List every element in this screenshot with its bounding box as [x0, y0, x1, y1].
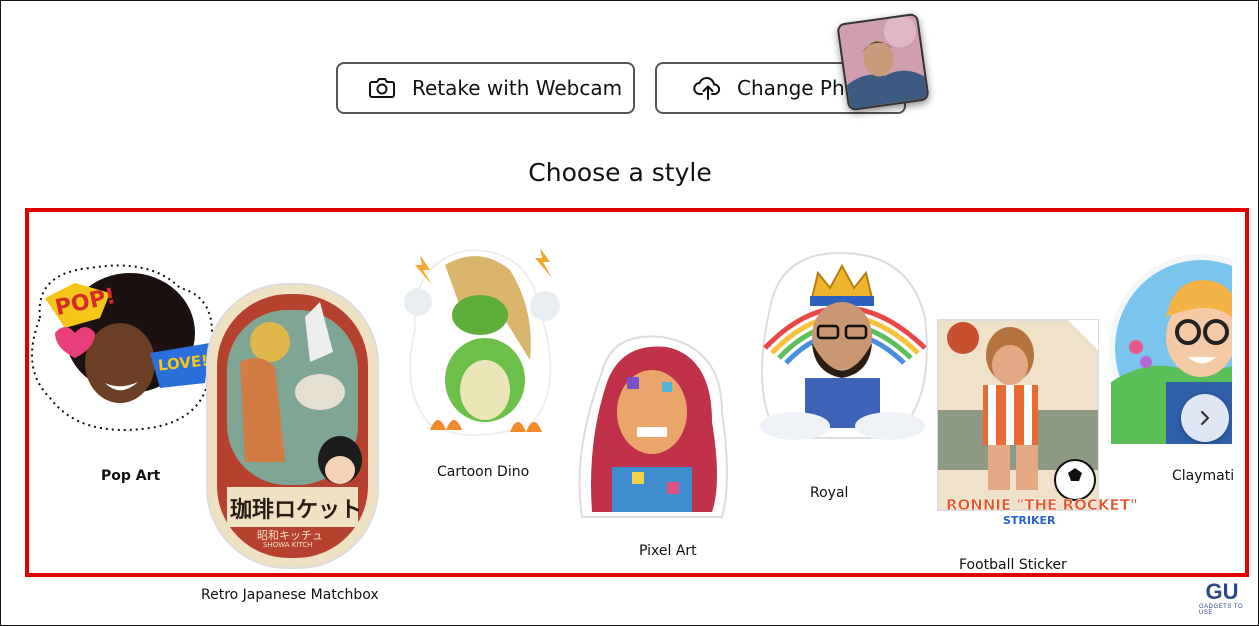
watermark-logo: GU GADGETS TO USE	[1199, 580, 1245, 620]
style-label-cartoon-dino: Cartoon Dino	[437, 464, 530, 480]
style-label-pop-art: Pop Art	[101, 468, 161, 484]
retake-webcam-label: Retake with Webcam	[412, 76, 623, 100]
watermark-mark: GU	[1205, 579, 1239, 604]
style-card-pixel-art[interactable]	[572, 332, 737, 527]
style-card-pop-art[interactable]: POP! LOVE!	[20, 258, 215, 438]
page-title: Choose a style	[528, 158, 712, 187]
camera-icon	[369, 78, 395, 98]
style-label-royal: Royal	[810, 485, 849, 501]
retake-webcam-button[interactable]: Retake with Webcam	[336, 62, 635, 114]
style-label-claymation: Claymati	[1172, 468, 1235, 484]
style-label-football-sticker: Football Sticker	[959, 557, 1067, 573]
matchbox-sign-text: 珈琲ロケット	[230, 498, 363, 523]
chevron-right-icon	[1200, 410, 1210, 426]
style-card-football-sticker[interactable]: RONNIE "THE ROCKET" STRIKER	[928, 310, 1138, 530]
user-photo-thumbnail[interactable]	[836, 12, 930, 112]
carousel-next-button[interactable]	[1181, 394, 1229, 442]
style-card-retro-japanese-matchbox[interactable]: 珈琲ロケット 昭和キッチュ SHOWA KITCH	[205, 282, 380, 570]
upload-cloud-icon	[693, 77, 721, 100]
football-sticker-name-banner: RONNIE "THE ROCKET"	[946, 496, 1138, 515]
style-label-pixel-art: Pixel Art	[639, 543, 697, 559]
style-card-cartoon-dino[interactable]	[390, 240, 570, 445]
watermark-text: GADGETS TO USE	[1199, 604, 1244, 616]
matchbox-subtitle-latin: SHOWA KITCH	[263, 541, 313, 549]
football-sticker-role: STRIKER	[1003, 514, 1056, 527]
style-card-royal[interactable]	[750, 248, 935, 443]
style-label-retro-japanese-matchbox: Retro Japanese Matchbox	[201, 587, 379, 603]
